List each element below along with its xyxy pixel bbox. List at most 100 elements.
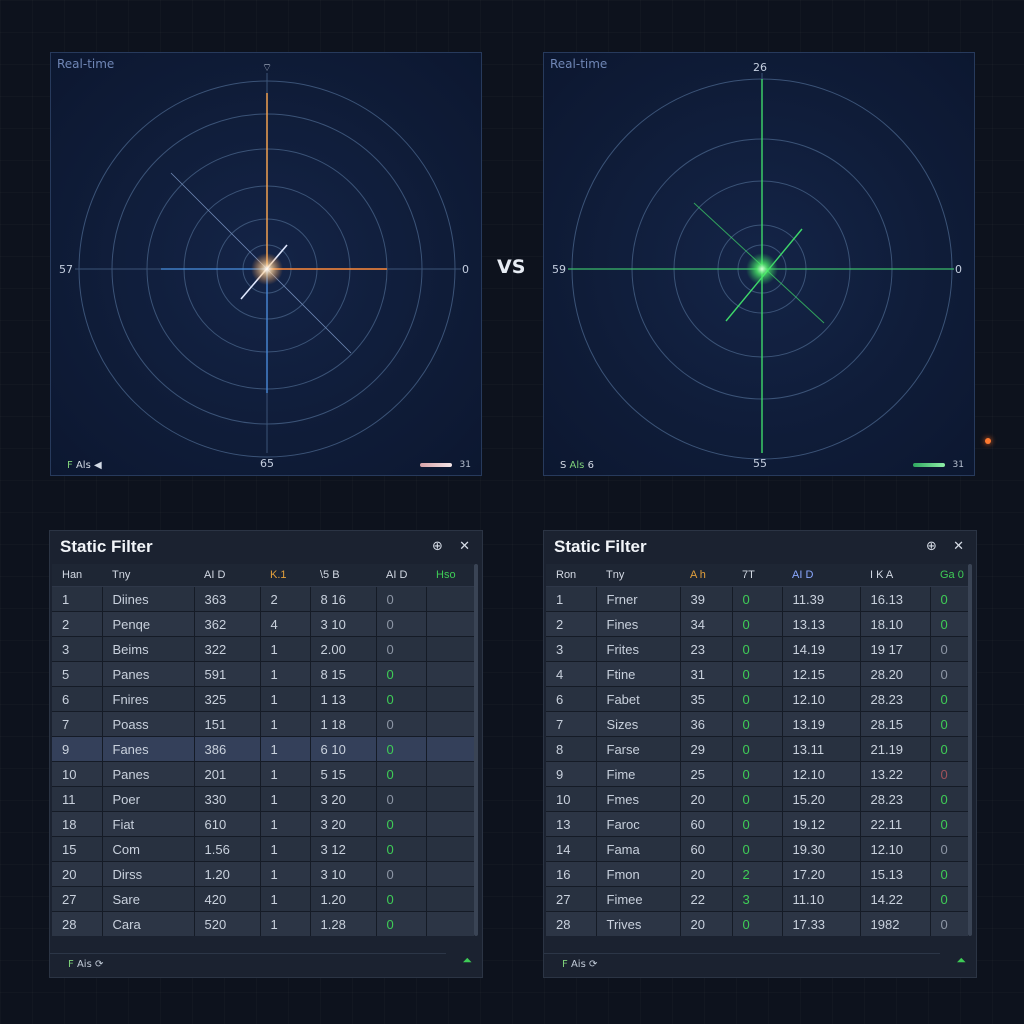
signal-icon[interactable]: ⏶ [462, 953, 472, 968]
table-cell: Penqe [102, 611, 195, 637]
table-cell: 0 [930, 761, 969, 787]
play-icon[interactable]: ◀ [94, 460, 102, 471]
table-cell: 3 [546, 636, 597, 662]
table-cell: Diines [102, 586, 195, 612]
table-cell: 610 [194, 811, 261, 837]
column-header[interactable]: Tny [596, 564, 680, 587]
table-cell: 0 [376, 611, 427, 637]
table-cell: 0 [376, 686, 427, 712]
table-row[interactable]: 6 Fabet 35 0 12.10 28.23 0 [546, 686, 969, 712]
table-row[interactable]: 9 Fanes 386 1 6 10 0 [52, 736, 475, 762]
table-cell: 0 [732, 586, 783, 612]
table-row[interactable]: 6 Fnires 325 1 1 13 0 [52, 686, 475, 712]
column-header[interactable]: \5 B [310, 564, 376, 587]
table-row[interactable]: 18 Fiat 610 1 3 20 0 [52, 811, 475, 837]
table-cell: 1.28 [310, 911, 377, 936]
table-cell: 29 [680, 736, 733, 762]
table-row[interactable]: 7 Poass 151 1 1 18 0 [52, 711, 475, 737]
column-header[interactable]: Ga 0 [930, 564, 968, 587]
table-cell: 5 [52, 661, 103, 687]
table-cell: 1 [260, 811, 311, 837]
vs-label: VS [497, 256, 526, 278]
table-cell: Sare [102, 886, 195, 912]
column-header[interactable]: Tny [102, 564, 194, 587]
table-row[interactable]: 20 Dirss 1.20 1 3 10 0 [52, 861, 475, 887]
footer-text: Als [569, 460, 585, 471]
settings-icon[interactable]: ⊕ [432, 539, 443, 554]
table-row[interactable]: 14 Fama 60 0 19.30 12.10 0 [546, 836, 969, 862]
footer-text: Ais [76, 959, 92, 970]
table-cell: 16 [546, 861, 597, 887]
table-row[interactable]: 10 Panes 201 1 5 15 0 [52, 761, 475, 787]
table-cell: 0 [930, 611, 969, 637]
table-cell: 3 [52, 636, 103, 662]
settings-icon[interactable]: ⊕ [926, 539, 937, 554]
filter-table: Han Tny AI D K.1 \5 B AI D Hso 1 Diines 363 2 8 16… [52, 564, 475, 936]
table-cell: 17.20 [782, 861, 861, 887]
table-cell: Beims [102, 636, 195, 662]
column-header[interactable]: AI D [194, 564, 260, 587]
column-header[interactable]: Ron [546, 564, 596, 587]
table-cell: 0 [732, 661, 783, 687]
table-row[interactable]: 27 Sare 420 1 1.20 0 [52, 886, 475, 912]
scrollbar[interactable] [968, 564, 972, 936]
column-header[interactable]: AI D [376, 564, 426, 587]
table-cell [426, 586, 475, 612]
table-row[interactable]: 5 Panes 591 1 8 15 0 [52, 661, 475, 687]
column-header[interactable]: 7T [732, 564, 782, 587]
table-row[interactable]: 1 Diines 363 2 8 16 0 [52, 586, 475, 612]
radar-label-left: 57 [59, 263, 73, 276]
table-row[interactable]: 2 Fines 34 0 13.13 18.10 0 [546, 611, 969, 637]
table-cell: Fnires [102, 686, 195, 712]
column-header[interactable]: K.1 [260, 564, 310, 587]
panel-footer: F Ais ⟳ ⏶ [544, 949, 976, 977]
table-row[interactable]: 9 Fime 25 0 12.10 13.22 0 [546, 761, 969, 787]
table-row[interactable]: 28 Cara 520 1 1.28 0 [52, 911, 475, 936]
table-row[interactable]: 10 Fmes 20 0 15.20 28.23 0 [546, 786, 969, 812]
table-row[interactable]: 8 Farse 29 0 13.11 21.19 0 [546, 736, 969, 762]
table-cell: 19.12 [782, 811, 861, 837]
table-cell: 15 [52, 836, 103, 862]
table-row[interactable]: 13 Faroc 60 0 19.12 22.11 0 [546, 811, 969, 837]
table-cell: 0 [376, 911, 427, 936]
table-row[interactable]: 15 Com 1.56 1 3 12 0 [52, 836, 475, 862]
table-cell: 0 [376, 661, 427, 687]
filter-table: Ron Tny A h 7T AI DI K A Ga 0 1 Frner 39 0 11.39 1… [546, 564, 969, 936]
table-cell: 15.20 [782, 786, 861, 812]
radar-panel-left: Real-time ⌔ 57 0 65 F Als ◀ 31 [50, 52, 482, 476]
radar-plot-left [75, 73, 461, 458]
footer-mark: F [68, 959, 74, 970]
table-row[interactable]: 3 Frites 23 0 14.19 19 17 0 [546, 636, 969, 662]
table-cell [426, 711, 475, 737]
column-header[interactable]: I K A [860, 564, 930, 587]
table-row[interactable]: 11 Poer 330 1 3 20 0 [52, 786, 475, 812]
table-row[interactable]: 2 Penqe 362 4 3 10 0 [52, 611, 475, 637]
table-row[interactable]: 7 Sizes 36 0 13.19 28.15 0 [546, 711, 969, 737]
close-icon[interactable]: ✕ [953, 539, 964, 554]
table-row[interactable]: 16 Fmon 20 2 17.20 15.13 0 [546, 861, 969, 887]
scrollbar[interactable] [474, 564, 478, 936]
table-cell: Fabet [596, 686, 681, 712]
table-cell: 1 [260, 736, 311, 762]
table-cell: 0 [930, 911, 969, 936]
table-row[interactable]: 28 Trives 20 0 17.33 1982 0 [546, 911, 969, 936]
footer-icon[interactable]: 6 [588, 460, 594, 471]
table-row[interactable]: 3 Beims 322 1 2.00 0 [52, 636, 475, 662]
column-header[interactable]: Han [52, 564, 102, 587]
table-cell: 0 [376, 811, 427, 837]
table-row[interactable]: 1 Frner 39 0 11.39 16.13 0 [546, 586, 969, 612]
column-header[interactable]: A h [680, 564, 732, 587]
table-cell: 0 [732, 911, 783, 936]
table-cell: 0 [376, 761, 427, 787]
table-row[interactable]: 27 Fimee 22 3 11.10 14.22 0 [546, 886, 969, 912]
refresh-icon[interactable]: ⟳ [589, 959, 597, 970]
table-cell: 23 [680, 636, 733, 662]
column-header[interactable]: AI D [782, 564, 860, 587]
table-row[interactable]: 4 Ftine 31 0 12.15 28.20 0 [546, 661, 969, 687]
table-cell: 1982 [860, 911, 931, 936]
table-cell: Fmes [596, 786, 681, 812]
close-icon[interactable]: ✕ [459, 539, 470, 554]
column-header[interactable]: Hso [426, 564, 474, 587]
signal-icon[interactable]: ⏶ [956, 953, 966, 968]
refresh-icon[interactable]: ⟳ [95, 959, 103, 970]
